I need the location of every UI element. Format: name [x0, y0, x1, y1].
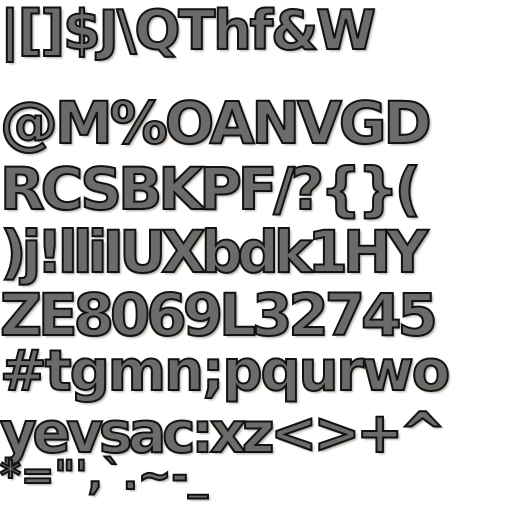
glyph-row-8: *="',`.~-_ [0, 453, 209, 499]
glyph-row-2: @M%OANVGD [0, 89, 433, 157]
glyph-row-6: #tgmn;pqurwo [0, 339, 451, 404]
glyph-row-1: |[]$J\QThf&W [0, 0, 377, 62]
font-atlas: |[]$J\QThf&W @M%OANVGD RCSBKPF/?{}( )j!l… [0, 0, 512, 512]
glyph-row-3: RCSBKPF/?{}( [0, 155, 422, 223]
glyph-row-5: ZE8069L32745 [0, 281, 439, 349]
glyph-row-4: )j!lliIUXbdk1HY [0, 218, 429, 286]
